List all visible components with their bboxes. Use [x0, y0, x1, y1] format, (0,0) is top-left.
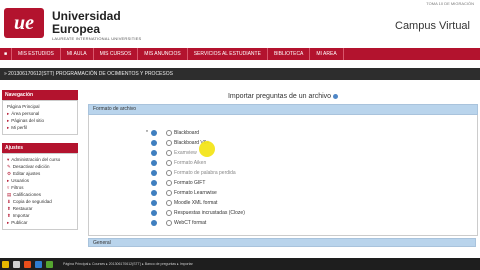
left-column: Navegación Página Principal ▸ Área person…	[2, 90, 78, 230]
format-option[interactable]: Formato GIFT	[151, 179, 205, 187]
nav-servicios[interactable]: SERVICIOS AL ESTUDIANTE	[188, 48, 268, 60]
university-logo[interactable]: ue	[4, 8, 44, 38]
ajustes-admin-curso[interactable]: ▾ Administración del curso	[7, 156, 75, 163]
breadcrumb[interactable]: » 201306170612(STT) PROGRAMACIÓN DE OCIM…	[0, 68, 480, 80]
format-list: * Blackboard Blackboard V6+ Examview For…	[88, 115, 478, 236]
nav-link-home[interactable]: Página Principal	[7, 103, 75, 110]
help-icon[interactable]	[151, 210, 157, 216]
ajustes-desactivar-edicion[interactable]: ✎ Desactivar edición	[7, 163, 75, 170]
university-tagline: LAUREATE INTERNATIONAL UNIVERSITIES	[52, 36, 142, 41]
top-right-tag: TOMA 10 DE MIGRACIÓN	[426, 1, 474, 6]
ajustes-restaurar[interactable]: ⬆ Restaurar	[7, 205, 75, 212]
required-marker: *	[146, 130, 148, 136]
help-icon[interactable]	[151, 140, 157, 146]
ajustes-importar[interactable]: ⬆ Importar	[7, 212, 75, 219]
nav-home-icon[interactable]: ■	[0, 48, 13, 60]
radio-button[interactable]	[166, 170, 172, 176]
folder-icon[interactable]	[2, 260, 9, 268]
nav-link-paginas[interactable]: ▸ Páginas del sitio	[7, 117, 75, 124]
nav-mis-cursos[interactable]: MIS CURSOS	[94, 48, 139, 60]
format-option[interactable]: Formato Aiken	[151, 159, 206, 167]
radio-button[interactable]	[166, 190, 172, 196]
university-name-line1: Universidad	[52, 9, 121, 23]
format-option[interactable]: Blackboard	[151, 129, 199, 137]
radio-button[interactable]	[166, 220, 172, 226]
radio-button[interactable]	[166, 130, 172, 136]
site-header: ue Universidad Europea LAUREATE INTERNAT…	[0, 0, 480, 46]
radio-button[interactable]	[166, 210, 172, 216]
radio-button[interactable]	[166, 180, 172, 186]
main-navbar: ■ MIS ESTUDIOS MI AULA MIS CURSOS MIS AN…	[0, 48, 480, 60]
help-icon[interactable]	[151, 170, 157, 176]
format-option[interactable]: WebCT format	[151, 219, 206, 227]
campus-title: Campus Virtual	[395, 20, 470, 32]
nav-biblioteca[interactable]: BIBLIOTECA	[268, 48, 311, 60]
nav-link-area-personal[interactable]: ▸ Área personal	[7, 110, 75, 117]
ajustes-block-title[interactable]: Ajustes	[2, 143, 78, 153]
nav-mis-anuncios[interactable]: MIS ANUNCIOS	[138, 48, 188, 60]
help-icon[interactable]	[151, 190, 157, 196]
window-icon[interactable]	[13, 260, 20, 268]
format-option[interactable]: Formato Learnwise	[151, 189, 217, 197]
format-option[interactable]: Examview	[151, 149, 197, 157]
university-name-line2: Europea	[52, 22, 101, 36]
help-icon[interactable]	[151, 150, 157, 156]
app-icon[interactable]	[46, 260, 53, 268]
format-section-header[interactable]: Formato de archivo	[88, 104, 478, 115]
ajustes-calificaciones[interactable]: ▤ Calificaciones	[7, 191, 75, 198]
format-option[interactable]: Respuestas incrustadas (Cloze)	[151, 209, 245, 217]
help-icon[interactable]	[151, 180, 157, 186]
navigation-block-title[interactable]: Navegación	[2, 90, 78, 100]
ajustes-copia[interactable]: ⬇ Copia de seguridad	[7, 198, 75, 205]
radio-button[interactable]	[166, 150, 172, 156]
help-icon[interactable]	[333, 93, 339, 99]
page-title-row: Importar preguntas de un archivo	[88, 90, 478, 104]
browser-icon[interactable]	[24, 260, 31, 268]
nav-mi-area[interactable]: MI AREA	[310, 48, 344, 60]
ajustes-block: ▾ Administración del curso ✎ Desactivar ed…	[2, 153, 78, 230]
page-title: Importar preguntas de un archivo	[227, 93, 332, 100]
ajustes-publicar[interactable]: ▸ Publicar	[7, 219, 75, 226]
general-section-header[interactable]: General	[88, 238, 476, 247]
taskbar: Página Principal ▸ Courses ▸ 20130617061…	[0, 258, 480, 270]
nav-link-perfil[interactable]: ▸ Mi perfil	[7, 124, 75, 131]
main-content: Importar preguntas de un archivo Formato…	[88, 90, 478, 236]
ajustes-filtros[interactable]: ▿ Filtros	[7, 184, 75, 191]
radio-button[interactable]	[166, 140, 172, 146]
app-icon[interactable]	[35, 260, 42, 268]
radio-button[interactable]	[166, 200, 172, 206]
format-option[interactable]: Formato de palabra perdida	[151, 169, 236, 177]
status-text: Página Principal ▸ Courses ▸ 20130617061…	[63, 262, 193, 266]
ajustes-usuarios[interactable]: ▸ Usuarios	[7, 177, 75, 184]
cursor-highlight	[199, 141, 215, 157]
help-icon[interactable]	[151, 130, 157, 136]
ajustes-editar[interactable]: ⚙ Editar ajustes	[7, 170, 75, 177]
nav-mis-estudios[interactable]: MIS ESTUDIOS	[12, 48, 61, 60]
format-option[interactable]: Moodle XML format	[151, 199, 217, 207]
navigation-block: Página Principal ▸ Área personal ▸ Páginas…	[2, 100, 78, 135]
radio-button[interactable]	[166, 160, 172, 166]
help-icon[interactable]	[151, 220, 157, 226]
help-icon[interactable]	[151, 200, 157, 206]
help-icon[interactable]	[151, 160, 157, 166]
nav-mi-aula[interactable]: MI AULA	[61, 48, 94, 60]
